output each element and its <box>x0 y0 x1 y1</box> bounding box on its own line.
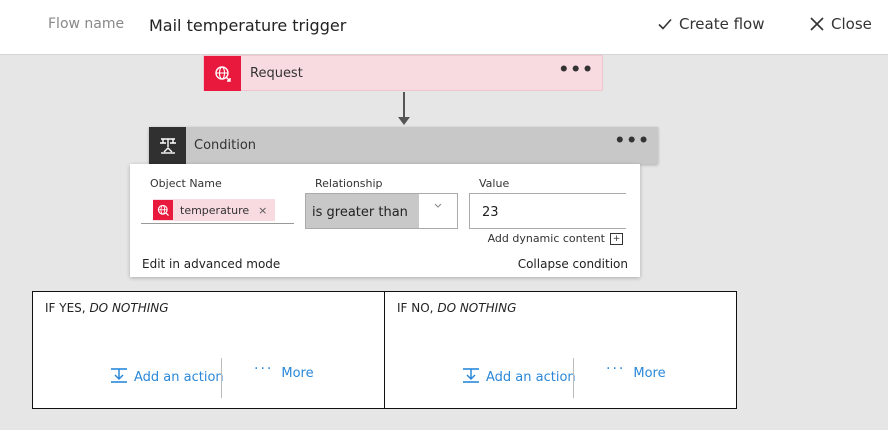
branch-no-prefix: IF NO, <box>397 301 434 315</box>
advanced-mode-link[interactable]: Edit in advanced mode <box>142 257 280 271</box>
more-dots-icon: ··· <box>254 361 274 377</box>
value-input[interactable]: 23 <box>469 193 626 229</box>
close-button[interactable]: Close <box>810 15 872 33</box>
close-icon <box>810 17 824 31</box>
add-action-button-yes[interactable]: Add an action <box>110 367 224 388</box>
globe-request-icon <box>153 200 173 220</box>
more-label: More <box>633 365 666 381</box>
more-label: More <box>281 365 314 381</box>
more-dots-icon: ··· <box>606 361 626 377</box>
collapse-condition-link[interactable]: Collapse condition <box>518 257 628 271</box>
request-trigger-card[interactable]: Request ••• <box>203 55 603 91</box>
more-button-yes[interactable]: ··· More <box>254 361 314 381</box>
more-button-no[interactable]: ··· More <box>606 361 666 381</box>
branch-yes-emphasis: DO NOTHING <box>89 301 169 315</box>
chevron-down-icon <box>419 194 457 228</box>
request-title: Request <box>250 66 303 81</box>
temperature-token[interactable]: temperature × <box>153 199 276 221</box>
connector-arrow-icon <box>398 117 410 125</box>
branch-no-title: IF NO, DO NOTHING <box>397 301 516 315</box>
condition-title: Condition <box>194 138 257 153</box>
add-dynamic-content-button[interactable]: Add dynamic content + <box>488 232 623 245</box>
add-dynamic-content-label: Add dynamic content <box>487 232 605 245</box>
token-label: temperature <box>180 203 250 217</box>
branch-no-emphasis: DO NOTHING <box>437 301 517 315</box>
create-flow-button[interactable]: Create flow <box>658 15 765 33</box>
flow-name-input[interactable]: Mail temperature trigger <box>149 16 346 35</box>
dynamic-content-icon: + <box>610 232 623 245</box>
flow-name-label: Flow name <box>48 16 125 32</box>
remove-token-icon[interactable]: × <box>258 204 267 217</box>
condition-editor: Object Name Relationship Value temperatu… <box>130 164 640 277</box>
branch-yes-title: IF YES, DO NOTHING <box>45 301 169 315</box>
add-action-label: Add an action <box>486 370 576 385</box>
add-action-icon <box>462 367 480 388</box>
relationship-select[interactable]: is greater than <box>305 193 458 229</box>
branch-divider <box>221 358 222 398</box>
header-bar: Flow name Mail temperature trigger Creat… <box>0 0 888 55</box>
branch-yes-prefix: IF YES, <box>45 301 86 315</box>
branch-if-no: IF NO, DO NOTHING Add an action ··· More <box>384 291 737 409</box>
add-action-icon <box>110 367 128 388</box>
branch-if-yes: IF YES, DO NOTHING Add an action ··· Mor… <box>32 291 385 409</box>
object-name-label: Object Name <box>150 177 222 190</box>
branch-divider <box>573 358 574 398</box>
condition-menu-button[interactable]: ••• <box>614 133 650 150</box>
close-label: Close <box>831 15 872 33</box>
relationship-label: Relationship <box>315 177 383 190</box>
connector-line <box>403 92 405 120</box>
globe-request-icon <box>204 56 241 91</box>
add-action-button-no[interactable]: Add an action <box>462 367 576 388</box>
add-action-label: Add an action <box>134 370 224 385</box>
value-label: Value <box>479 177 510 190</box>
relationship-value: is greater than <box>306 194 419 228</box>
condition-icon <box>149 127 186 164</box>
request-menu-button[interactable]: ••• <box>558 62 594 79</box>
condition-card-header[interactable]: Condition ••• <box>149 127 658 164</box>
create-flow-label: Create flow <box>679 15 765 33</box>
checkmark-icon <box>658 18 672 30</box>
object-name-field[interactable]: temperature × <box>141 193 294 224</box>
